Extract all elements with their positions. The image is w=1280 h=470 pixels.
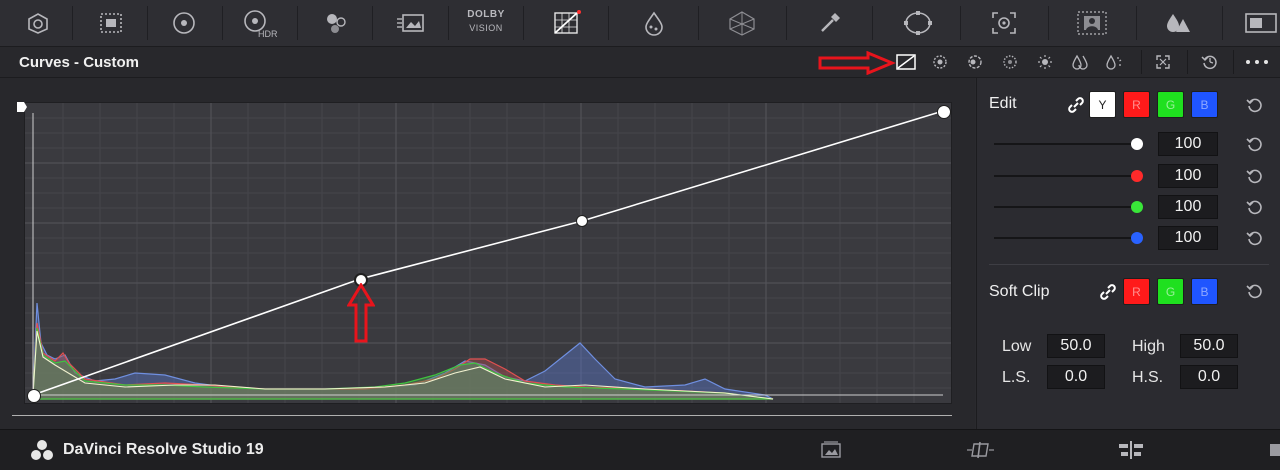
media-page-icon[interactable]	[820, 440, 842, 465]
r-value-field[interactable]: 100	[1158, 164, 1218, 188]
hue-vs-sat-icon[interactable]	[965, 52, 985, 72]
reset-all-icon[interactable]	[1200, 52, 1220, 72]
palette-toolbar: HDR DOLBY VISION	[0, 0, 1280, 47]
annotation-arrow-right	[818, 50, 896, 80]
motion-effects-icon[interactable]	[393, 6, 429, 40]
window-icon[interactable]	[898, 6, 938, 40]
slider-y[interactable]	[994, 136, 1144, 152]
b-value-field[interactable]: 100	[1158, 226, 1218, 250]
dolby-label: DOLBY	[467, 9, 505, 20]
ls-value-field[interactable]: 0.0	[1047, 365, 1105, 389]
color-warper-mesh-icon[interactable]	[724, 6, 760, 40]
davinci-logo-icon	[30, 439, 54, 466]
tracker-icon[interactable]	[986, 6, 1022, 40]
curve-point-white[interactable]	[937, 105, 951, 119]
sat-vs-sat-icon[interactable]	[1070, 52, 1090, 72]
slider-knob-y[interactable]	[1131, 138, 1143, 150]
b-reset-icon[interactable]	[1245, 228, 1265, 248]
vision-label: VISION	[469, 23, 503, 33]
hs-label: H.S.	[1132, 369, 1164, 386]
blur-icon[interactable]	[1160, 6, 1196, 40]
soft-clip-reset-icon[interactable]	[1245, 281, 1265, 301]
r-reset-icon[interactable]	[1245, 166, 1265, 186]
channel-y-button[interactable]: Y	[1089, 91, 1116, 118]
soft-clip-link-icon[interactable]	[1099, 283, 1117, 306]
soft-clip-r-button[interactable]: R	[1123, 278, 1150, 305]
curve-point-midtone[interactable]	[576, 215, 588, 227]
slider-knob-g[interactable]	[1131, 201, 1143, 213]
channel-r-button[interactable]: R	[1123, 91, 1150, 118]
sat-vs-lum-icon[interactable]	[1103, 52, 1123, 72]
camera-raw-icon[interactable]	[20, 6, 56, 40]
hue-vs-lum-icon[interactable]	[1000, 52, 1020, 72]
slider-g[interactable]	[994, 199, 1144, 215]
y-reset-icon[interactable]	[1245, 134, 1265, 154]
app-name: DaVinci Resolve Studio 19	[63, 441, 264, 458]
custom-curve-mode-icon[interactable]	[896, 52, 916, 72]
key-icon[interactable]	[1240, 6, 1280, 40]
rgb-mixer-icon[interactable]	[318, 6, 354, 40]
annotation-arrow-up	[346, 282, 376, 350]
curve-editor	[0, 78, 975, 429]
panel-title: Curves - Custom	[19, 54, 140, 71]
curve-graph[interactable]	[17, 102, 952, 404]
cut-page-icon[interactable]	[966, 440, 996, 465]
lum-vs-sat-icon[interactable]	[1035, 52, 1055, 72]
curve-point-black[interactable]	[27, 389, 41, 403]
edit-page-icon[interactable]	[1117, 440, 1145, 465]
more-options-icon[interactable]	[1245, 52, 1269, 72]
hue-vs-hue-icon[interactable]	[930, 52, 950, 72]
high-label: High	[1132, 338, 1165, 355]
curve-settings-panel: Edit Y R G B 100 100 100 100 Soft Clip R…	[976, 78, 1280, 429]
fusion-page-icon[interactable]	[1268, 440, 1280, 465]
curves-panel-header: Curves - Custom	[0, 47, 1280, 78]
soft-clip-label: Soft Clip	[989, 283, 1050, 300]
slider-knob-b[interactable]	[1131, 232, 1143, 244]
edit-reset-icon[interactable]	[1245, 95, 1265, 115]
color-wheels-icon[interactable]	[166, 6, 202, 40]
hs-value-field[interactable]: 0.0	[1180, 365, 1238, 389]
slider-knob-r[interactable]	[1131, 170, 1143, 182]
color-match-icon[interactable]	[93, 6, 129, 40]
curves-icon[interactable]	[548, 6, 584, 40]
dolby-vision-icon[interactable]: DOLBY VISION	[460, 9, 512, 34]
status-bar: DaVinci Resolve Studio 19	[0, 429, 1280, 470]
edit-label: Edit	[989, 95, 1017, 112]
ls-label: L.S.	[1002, 369, 1031, 386]
y-value-field[interactable]: 100	[1158, 132, 1218, 156]
low-value-field[interactable]: 50.0	[1047, 334, 1105, 358]
soft-clip-g-button[interactable]: G	[1157, 278, 1184, 305]
hdr-label: HDR	[258, 29, 278, 39]
slider-r[interactable]	[994, 168, 1144, 184]
color-warper-icon[interactable]	[636, 6, 672, 40]
soft-clip-b-button[interactable]: B	[1191, 278, 1218, 305]
expand-icon[interactable]	[1153, 52, 1173, 72]
soft-clip-handle[interactable]	[15, 100, 29, 114]
g-value-field[interactable]: 100	[1158, 195, 1218, 219]
low-label: Low	[1002, 338, 1032, 355]
graph-scrollbar[interactable]	[12, 415, 952, 416]
g-reset-icon[interactable]	[1245, 197, 1265, 217]
channel-b-button[interactable]: B	[1191, 91, 1218, 118]
link-channels-icon[interactable]	[1067, 96, 1085, 119]
channel-g-button[interactable]: G	[1157, 91, 1184, 118]
magic-mask-icon[interactable]	[1072, 6, 1112, 40]
qualifier-icon[interactable]	[812, 6, 848, 40]
section-divider	[989, 264, 1269, 265]
slider-b[interactable]	[994, 230, 1144, 246]
high-value-field[interactable]: 50.0	[1180, 334, 1238, 358]
